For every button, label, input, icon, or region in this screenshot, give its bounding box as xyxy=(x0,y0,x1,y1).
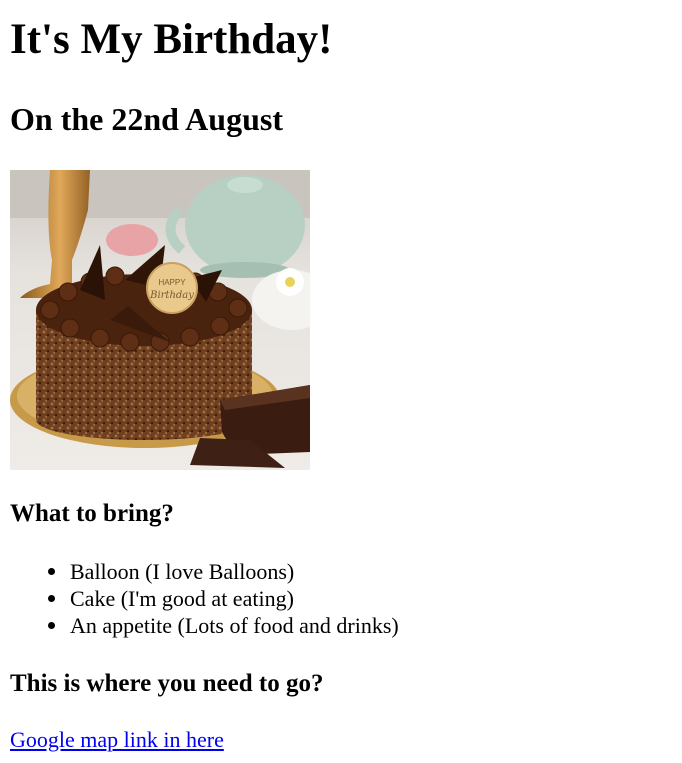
birthday-cake-image: HAPPY Birthday xyxy=(10,170,310,470)
page-subtitle: On the 22nd August xyxy=(10,101,283,137)
bullet-icon xyxy=(48,595,55,602)
list-item: Cake (I'm good at eating) xyxy=(48,585,399,612)
list-item: An appetite (Lots of food and drinks) xyxy=(48,612,399,639)
google-map-link[interactable]: Google map link in here xyxy=(10,726,224,754)
list-item: Balloon (I love Balloons) xyxy=(48,558,399,585)
bullet-icon xyxy=(48,622,55,629)
topper-text-line2: Birthday xyxy=(149,290,194,301)
location-heading: This is where you need to go? xyxy=(10,670,324,697)
topper-text-line1: HAPPY xyxy=(158,278,186,287)
bring-list: Balloon (I love Balloons) Cake (I'm good… xyxy=(48,558,399,639)
bullet-icon xyxy=(48,568,55,575)
page-title: It's My Birthday! xyxy=(10,16,333,63)
what-to-bring-heading: What to bring? xyxy=(10,500,174,527)
